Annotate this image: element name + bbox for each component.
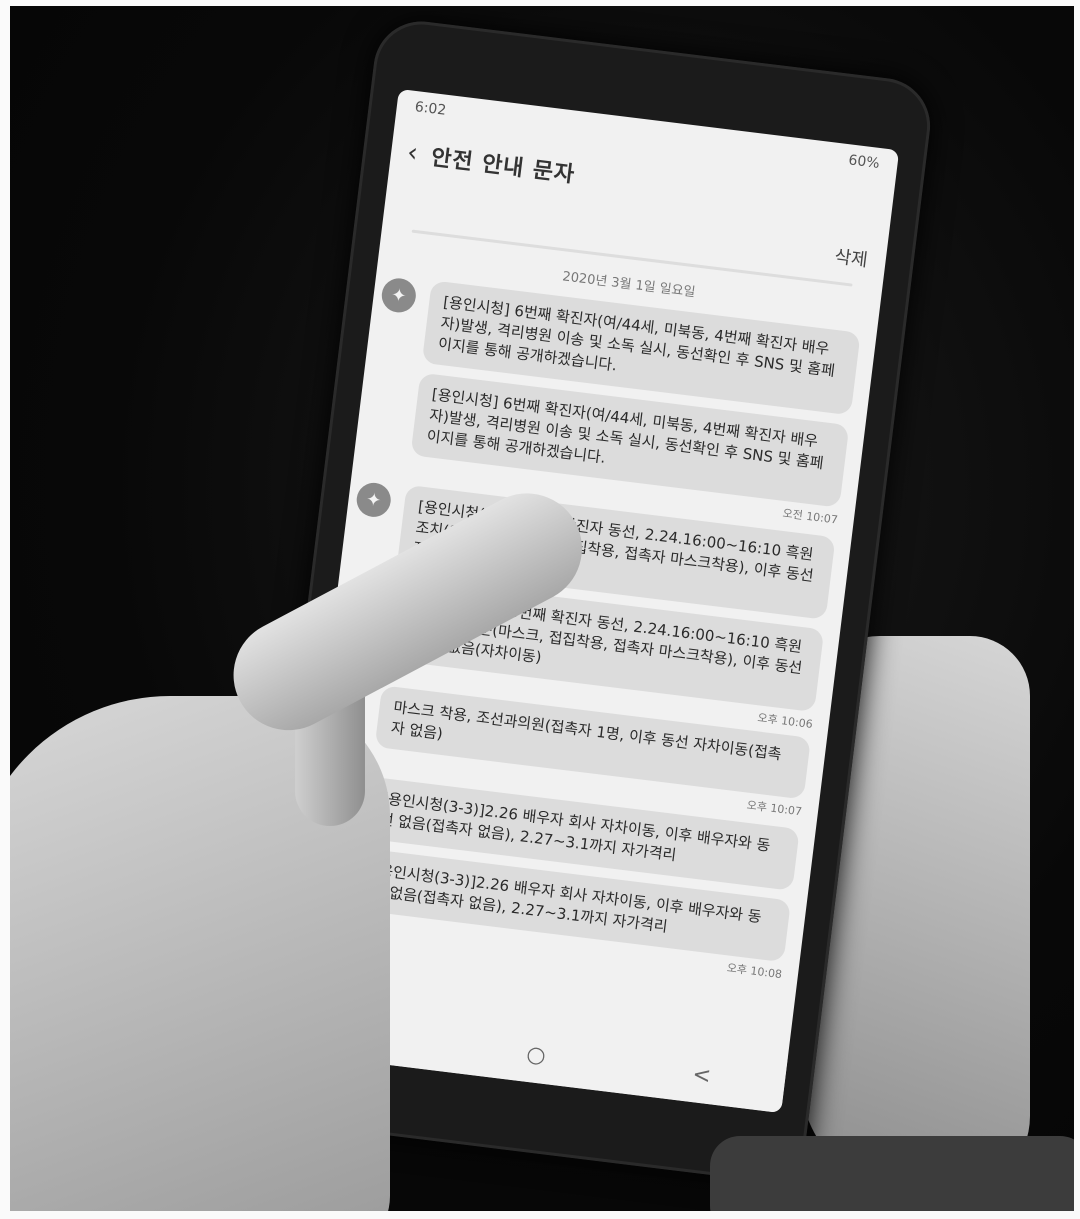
back-button[interactable]: <	[691, 1062, 712, 1089]
right-sleeve	[710, 1136, 1074, 1211]
delete-button[interactable]: 삭제	[833, 242, 869, 272]
photo: 6:02 60% ‹ 안전 안내 문자 삭제 2020년 3월 1일 일요일 ✦…	[10, 6, 1074, 1211]
status-battery: 60%	[847, 152, 881, 172]
pin-icon: ✦	[354, 480, 393, 519]
pin-icon: ✦	[379, 276, 418, 315]
home-button[interactable]: ○	[525, 1041, 547, 1068]
chevron-left-icon[interactable]: ‹	[405, 138, 419, 169]
status-time: 6:02	[413, 99, 448, 119]
page-title: 안전 안내 문자	[429, 145, 577, 188]
